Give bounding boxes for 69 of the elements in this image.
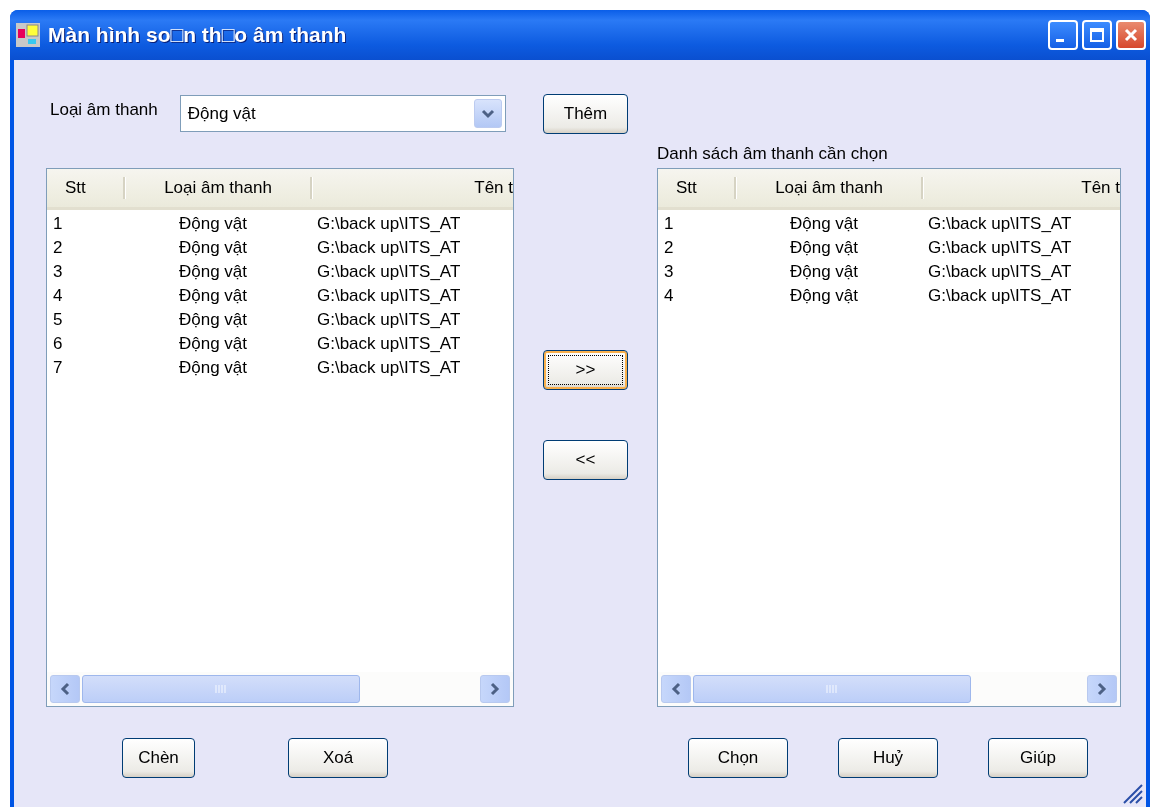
- field-label: Loại âm thanh: [50, 100, 158, 120]
- combo-value: Động vật: [187, 103, 257, 124]
- move-button[interactable]: >>: [543, 350, 628, 390]
- table-cell-text: Động vật: [177, 358, 248, 378]
- table-cell-text: 2: [52, 238, 64, 258]
- table-cell-text: G:\back up\ITS_AT: [316, 358, 461, 378]
- maximize-button[interactable]: [1082, 20, 1112, 50]
- column-header[interactable]: Tên t: [924, 169, 1120, 207]
- scroll-right-button[interactable]: [1087, 675, 1117, 703]
- scroll-left-button[interactable]: [50, 675, 80, 703]
- table-cell-text: 1: [663, 214, 675, 234]
- table-cell-text: Động vật: [177, 214, 248, 234]
- action-button[interactable]: Chọn: [688, 738, 788, 778]
- scrollbar-thumb[interactable]: [82, 675, 360, 703]
- list-label: Danh sách âm thanh cần chọn: [657, 144, 889, 165]
- table-cell-text: Động vật: [788, 214, 859, 234]
- table-cell-text: G:\back up\ITS_AT: [927, 238, 1072, 258]
- table-cell-text: G:\back up\ITS_AT: [927, 262, 1072, 282]
- move-button[interactable]: <<: [543, 440, 628, 480]
- table-cell-text: G:\back up\ITS_AT: [316, 334, 461, 354]
- chevron-down-icon: [480, 108, 495, 119]
- table-cell-text: 3: [663, 262, 675, 282]
- sound-type-dropdown[interactable]: Động vật: [179, 95, 506, 132]
- maximize-icon: [1089, 27, 1105, 43]
- column-header[interactable]: Loại âm thanh: [126, 169, 310, 207]
- minimize-icon: [1056, 38, 1064, 42]
- table-cell-text: Động vật: [177, 262, 248, 282]
- scrollbar-thumb[interactable]: [693, 675, 971, 703]
- table-cell-text: G:\back up\ITS_AT: [316, 286, 461, 306]
- table-cell-text: 7: [52, 358, 64, 378]
- table-cell-text: G:\back up\ITS_AT: [927, 214, 1072, 234]
- table-cell-text: 6: [52, 334, 64, 354]
- table-cell-text: G:\back up\ITS_AT: [316, 310, 461, 330]
- close-button[interactable]: [1116, 20, 1146, 50]
- window-icon: [16, 23, 40, 47]
- scroll-left-button[interactable]: [661, 675, 691, 703]
- table-cell-text: 3: [52, 262, 64, 282]
- horizontal-scrollbar[interactable]: [658, 672, 1120, 706]
- window-title: Màn hình so□n th□o âm thanh: [48, 23, 348, 47]
- column-header[interactable]: Tên t: [313, 169, 513, 207]
- table-cell-text: Động vật: [788, 238, 859, 258]
- minimize-button[interactable]: [1048, 20, 1078, 50]
- column-header[interactable]: Stt: [47, 169, 123, 207]
- add-button[interactable]: Thêm: [543, 94, 628, 134]
- action-button[interactable]: Huỷ: [838, 738, 938, 778]
- horizontal-scrollbar[interactable]: [47, 672, 513, 706]
- table-cell-text: 4: [663, 286, 675, 306]
- column-header[interactable]: Stt: [658, 169, 734, 207]
- table-cell-text: Động vật: [788, 262, 859, 282]
- table-cell-text: G:\back up\ITS_AT: [316, 262, 461, 282]
- close-icon: [1123, 27, 1139, 43]
- table-cell-text: G:\back up\ITS_AT: [316, 214, 461, 234]
- table-cell-text: Động vật: [177, 310, 248, 330]
- table-cell-text: G:\back up\ITS_AT: [927, 286, 1072, 306]
- action-button[interactable]: Chèn: [122, 738, 195, 778]
- action-button[interactable]: Giúp: [988, 738, 1088, 778]
- table-cell-text: 1: [52, 214, 64, 234]
- table-cell-text: Động vật: [177, 334, 248, 354]
- action-button[interactable]: Xoá: [288, 738, 388, 778]
- table-cell-text: G:\back up\ITS_AT: [316, 238, 461, 258]
- dropdown-button[interactable]: [473, 99, 502, 128]
- table-cell-text: 5: [52, 310, 64, 330]
- table-cell-text: 2: [663, 238, 675, 258]
- table-cell-text: Động vật: [177, 286, 248, 306]
- table-cell-text: Động vật: [788, 286, 859, 306]
- scroll-right-button[interactable]: [480, 675, 510, 703]
- table-cell-text: 4: [52, 286, 64, 306]
- column-header[interactable]: Loại âm thanh: [737, 169, 921, 207]
- table-cell-text: Động vật: [177, 238, 248, 258]
